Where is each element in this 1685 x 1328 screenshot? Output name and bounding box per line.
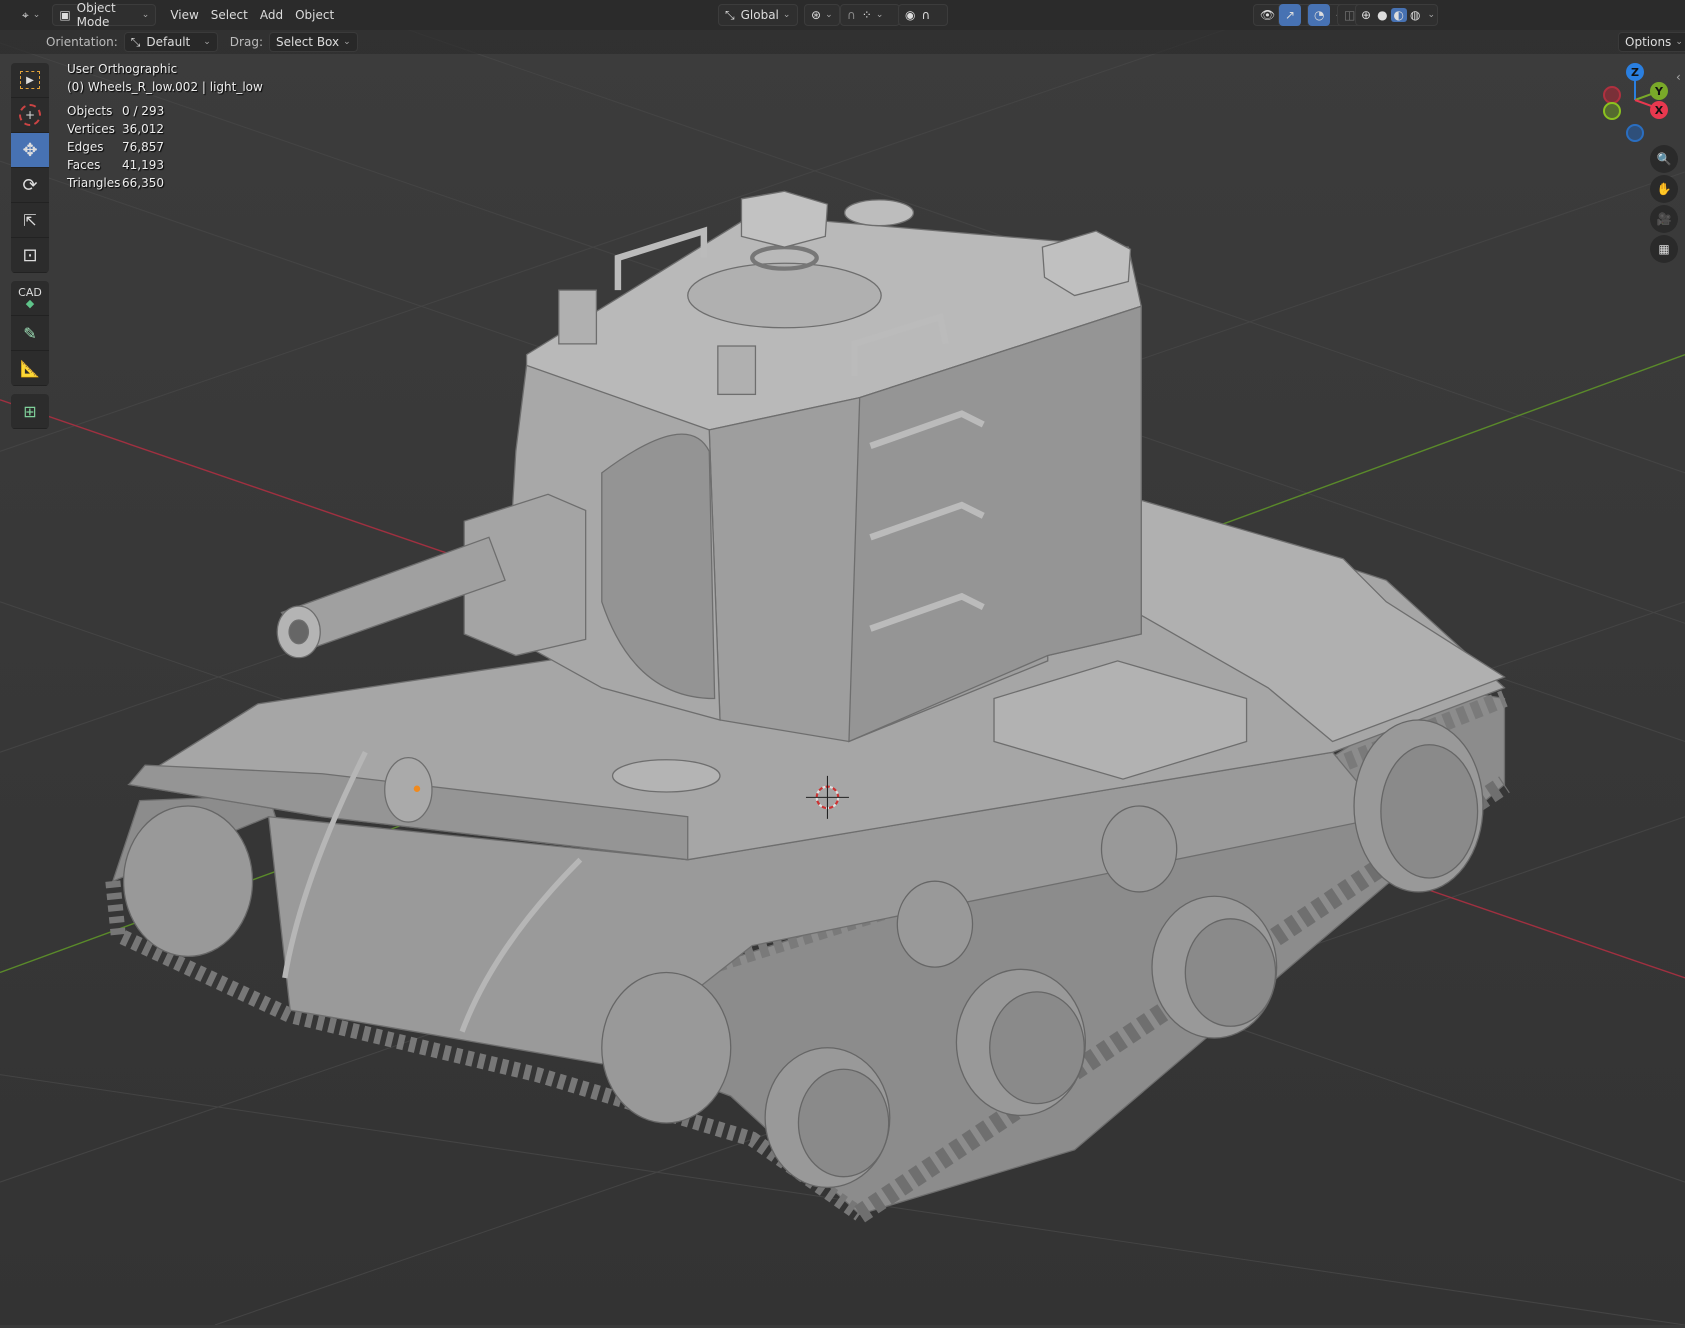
- tool-transform[interactable]: ⊡: [11, 238, 49, 273]
- viewport-header: ⌖ ⌄ ▣ Object Mode ⌄ View Select Add Object…: [0, 0, 1685, 30]
- move-icon: ✥: [22, 139, 38, 161]
- select-box-icon: ▶: [20, 71, 40, 89]
- snap-toggle[interactable]: ∩ ⁘ ⌄: [840, 4, 900, 26]
- tool-rotate[interactable]: ⟳: [11, 168, 49, 203]
- grid-icon: ▦: [1658, 242, 1670, 256]
- rendered-shading-icon[interactable]: ◍: [1407, 8, 1423, 22]
- gizmo-x[interactable]: X: [1650, 101, 1668, 119]
- scene-statistics: Objects 0 / 293 Vertices 36,012 Edges 76,85…: [67, 104, 165, 190]
- material-shading-icon[interactable]: ◐: [1390, 8, 1408, 22]
- tool-settings-bar: Orientation: ⤡ Default ⌄ Drag: Select Box ⌄…: [0, 30, 1685, 54]
- tool-cad-transform[interactable]: CAD ◆: [11, 281, 49, 316]
- eye-selector-icon: 👁: [1260, 8, 1276, 22]
- wireframe-shading-icon[interactable]: ⊕: [1358, 8, 1374, 22]
- solid-shading-icon[interactable]: ●: [1374, 8, 1390, 22]
- proportional-editing[interactable]: ◉ ∩: [898, 4, 948, 26]
- tool-select-box[interactable]: ▶: [11, 63, 49, 98]
- proportional-icon: ◉: [905, 8, 916, 22]
- drag-dropdown[interactable]: Select Box ⌄: [268, 32, 358, 52]
- camera-view-button[interactable]: 🎥: [1650, 205, 1678, 233]
- rotate-icon: ⟳: [22, 174, 38, 196]
- zoom-magnifier-icon: 🔍: [1656, 152, 1672, 166]
- camera-icon: 🎥: [1656, 212, 1672, 226]
- editor-type-button[interactable]: ⌖ ⌄: [16, 4, 46, 26]
- transform-icon: ⊡: [22, 244, 38, 266]
- cad-cube-icon: ◆: [25, 297, 35, 310]
- tool-annotate[interactable]: ✎: [11, 316, 49, 351]
- object-origin: [413, 785, 421, 792]
- pan-button[interactable]: ✋: [1650, 175, 1678, 203]
- view-name: User Orthographic: [67, 62, 178, 76]
- pivot-icon: ⊛: [811, 8, 822, 22]
- scene-canvas: [0, 0, 1685, 1326]
- zoom-button[interactable]: 🔍: [1650, 145, 1678, 173]
- viewport-icon: ⌖: [22, 7, 29, 22]
- ortho-toggle-button[interactable]: ▦: [1650, 235, 1678, 263]
- transform-orientation-dropdown[interactable]: ⤡ Global ⌄: [718, 4, 798, 26]
- snap-grid-icon: ⁘: [861, 8, 872, 22]
- tool-measure[interactable]: 📐: [11, 351, 49, 386]
- tool-scale[interactable]: ⇱: [11, 203, 49, 238]
- sidebar-toggle-icon[interactable]: ‹: [1676, 70, 1681, 84]
- add-cube-icon: ⊞: [23, 401, 37, 421]
- gizmo-neg-z[interactable]: [1626, 124, 1644, 142]
- orientation-icon: ⤡: [725, 7, 735, 22]
- annotate-pencil-icon: ✎: [23, 323, 37, 343]
- orientation-dropdown[interactable]: ⤡ Default ⌄: [123, 32, 218, 52]
- gizmo-y[interactable]: Y: [1650, 82, 1668, 100]
- tool-cursor[interactable]: +: [11, 98, 49, 133]
- toolbar: ▶ + ✥ ⟳ ⇱ ⊡ CAD ◆ ✎ 📐 ⊞: [11, 63, 49, 437]
- magnet-icon: ∩: [847, 8, 856, 22]
- falloff-icon: ∩: [921, 8, 931, 22]
- mode-dropdown[interactable]: ▣ Object Mode ⌄: [52, 1, 157, 29]
- overlay-icon: ◔: [1308, 4, 1331, 26]
- pivot-point-dropdown[interactable]: ⊛ ⌄: [804, 4, 840, 26]
- 3d-viewport[interactable]: [0, 0, 1685, 1326]
- xray-icon: ◫: [1344, 8, 1356, 22]
- active-object: (0) Wheels_R_low.002 | light_low: [67, 80, 263, 94]
- tool-move[interactable]: ✥: [11, 133, 49, 168]
- options-dropdown[interactable]: Options ⌄: [1618, 32, 1685, 52]
- shading-modes[interactable]: ⊕ ● ◐ ◍ ⌄: [1355, 4, 1439, 26]
- menu-object[interactable]: Object: [289, 4, 340, 26]
- menu-add[interactable]: Add: [254, 4, 289, 26]
- orientation-icon: ⤡: [130, 34, 141, 49]
- menu-select[interactable]: Select: [205, 4, 254, 26]
- measure-icon: 📐: [20, 358, 40, 378]
- tool-add-cube[interactable]: ⊞: [11, 394, 49, 429]
- navigation-gizmo[interactable]: Z Y X: [1600, 60, 1680, 150]
- gizmo-neg-y[interactable]: [1603, 102, 1621, 120]
- gizmo-icon: ↗: [1279, 4, 1302, 26]
- object-mode-icon: ▣: [59, 8, 71, 22]
- gizmo-z[interactable]: Z: [1626, 63, 1644, 81]
- cursor-icon: +: [19, 104, 41, 126]
- menu-view[interactable]: View: [164, 4, 204, 26]
- hand-icon: ✋: [1656, 182, 1672, 196]
- scale-icon: ⇱: [23, 210, 37, 230]
- viewport-info-overlay: User Orthographic (0) Wheels_R_low.002 |…: [67, 62, 263, 190]
